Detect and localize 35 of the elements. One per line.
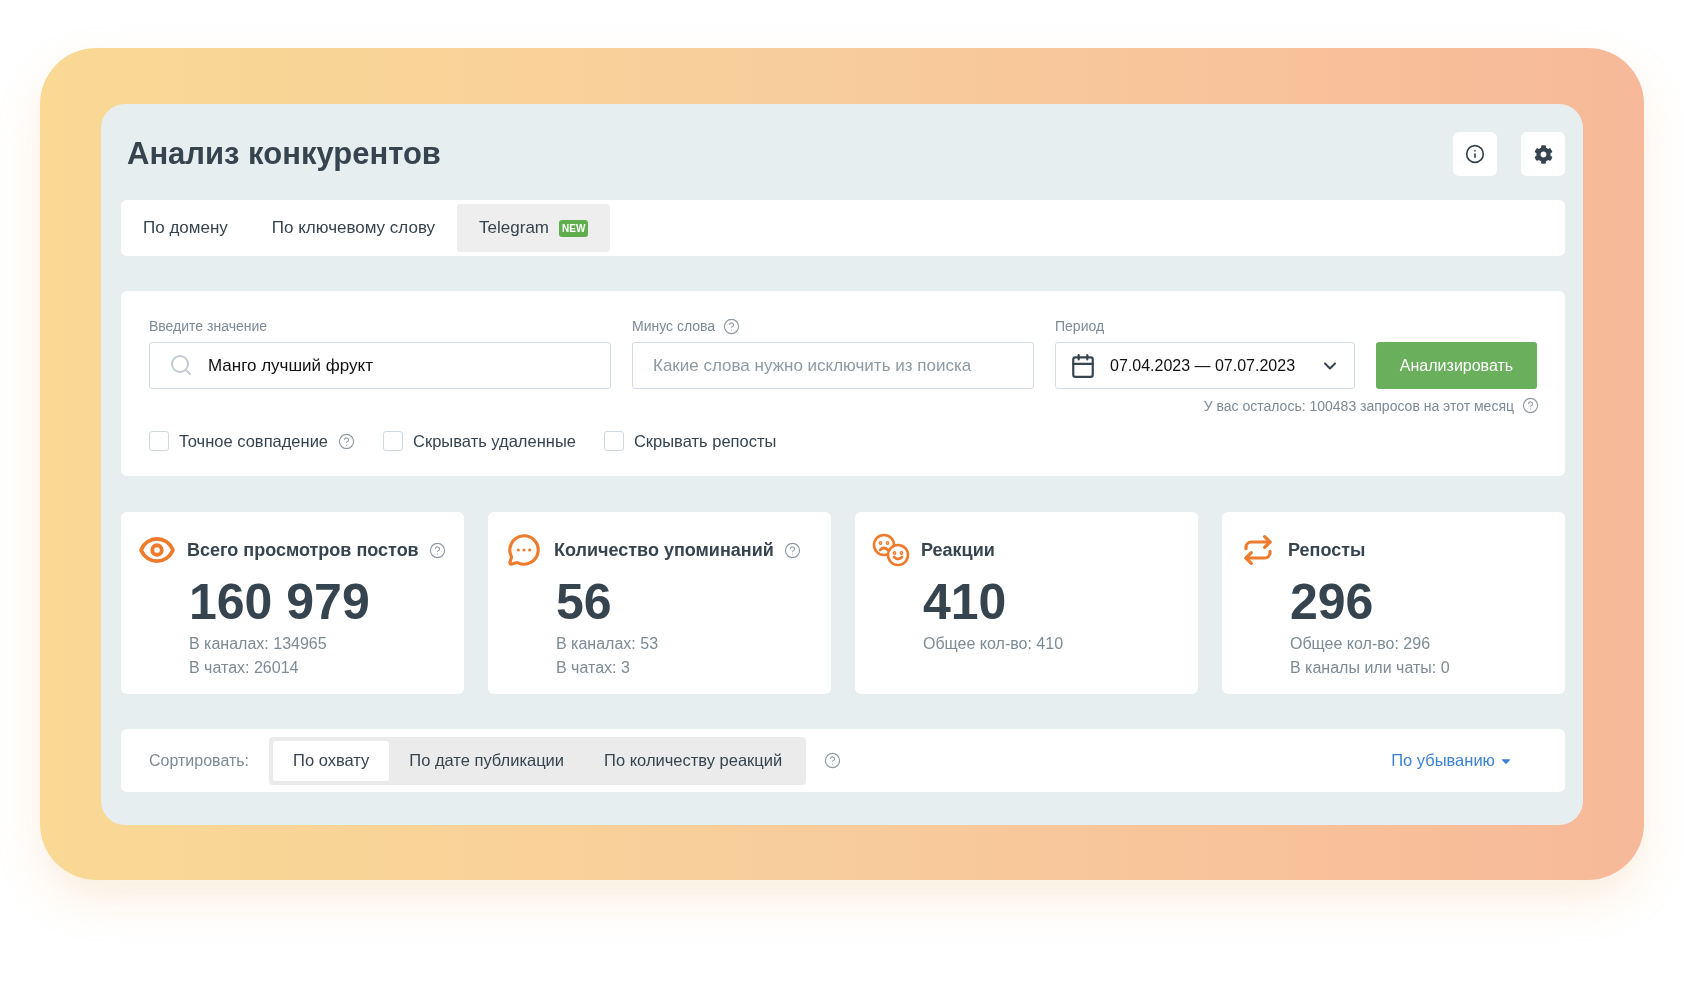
checkbox-label: Скрывать удаленные: [413, 431, 576, 451]
stat-detail: В чатах: 26014: [189, 658, 299, 678]
checkbox-label: Точное совпадение: [179, 431, 329, 451]
stat-value: 410: [923, 573, 1007, 632]
tab[interactable]: По ключевому слову: [249, 204, 458, 252]
stat-value: 56: [556, 573, 612, 632]
sort-label: Сортировать:: [149, 751, 250, 770]
sort-option[interactable]: По охвату: [273, 740, 390, 781]
period-dropdown[interactable]: 07.04.2023 — 07.07.2023: [1055, 342, 1355, 389]
stat-detail: Общее кол-во: 410: [923, 634, 1064, 654]
field-label: Период: [1055, 318, 1105, 334]
field-label: Минус слова: [632, 318, 716, 334]
stat-value: 160 979: [189, 573, 370, 632]
checkbox-label: Скрывать репосты: [633, 431, 777, 451]
new-badge: NEW: [559, 219, 589, 237]
stat-title: Репосты: [1288, 539, 1366, 561]
field-label: Введите значение: [149, 318, 268, 334]
tab[interactable]: По домену: [121, 204, 250, 252]
sort-option[interactable]: По количеству реакций: [584, 740, 803, 781]
minus-words-field[interactable]: Какие слова нужно исключить из поиска: [632, 342, 1034, 389]
stat-detail: В каналах: 53: [556, 634, 659, 654]
quota-note: У вас осталось: 100483 запросов на этот месяц: [1203, 397, 1514, 414]
sort-option[interactable]: По дате публикации: [389, 740, 585, 781]
stat-detail: В каналах: 134965: [189, 634, 327, 654]
sort-order-link[interactable]: По убыванию: [1391, 751, 1513, 770]
stat-title: Количество упоминаний: [554, 539, 774, 561]
stat-detail: В чатах: 3: [556, 658, 630, 678]
stat-detail: В каналы или чаты: 0: [1290, 658, 1450, 678]
stat-detail: Общее кол-во: 296: [1290, 634, 1431, 654]
search-field[interactable]: Манго лучший фрукт: [149, 342, 611, 389]
tab[interactable]: Telegram NEW: [457, 204, 611, 252]
stat-title: Реакции: [921, 539, 995, 561]
page-title: Анализ конкурентов: [127, 136, 441, 172]
stat-value: 296: [1290, 573, 1374, 632]
stat-title: Всего просмотров постов: [187, 539, 419, 561]
